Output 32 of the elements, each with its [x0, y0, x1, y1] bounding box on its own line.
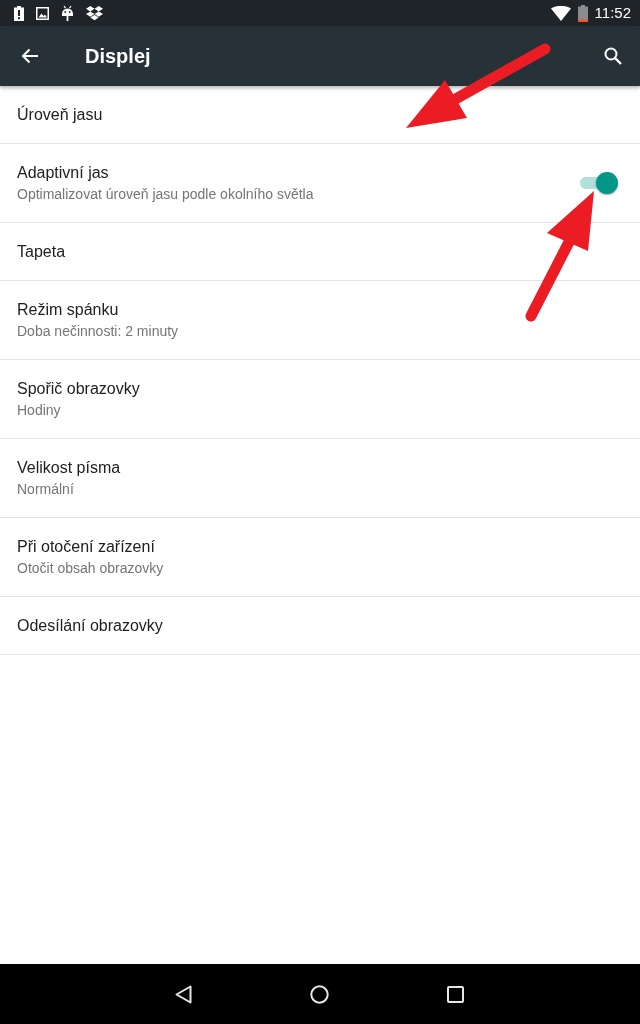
- battery-icon: [577, 4, 588, 22]
- triangle-icon[interactable]: [174, 984, 192, 1004]
- battery-alert-icon: [14, 5, 24, 21]
- toggle-switch[interactable]: [578, 172, 618, 194]
- circle-icon[interactable]: [309, 984, 329, 1004]
- setting-title: Režim spánku: [17, 299, 120, 320]
- wifi-icon: [550, 5, 571, 21]
- robot-icon: [61, 5, 74, 21]
- setting-title: Adaptivní jas: [17, 162, 110, 183]
- settings-item[interactable]: Spořič obrazovky Hodiny: [0, 360, 640, 439]
- square-icon[interactable]: [446, 985, 464, 1003]
- setting-summary: Optimalizovat úroveň jasu podle okolního světla: [17, 184, 315, 204]
- image-icon: [36, 6, 49, 20]
- setting-title: Úroveň jasu: [17, 104, 104, 125]
- screen-title: Displej: [85, 44, 152, 68]
- search-icon[interactable]: [604, 47, 622, 65]
- diamonds-icon: [86, 5, 103, 21]
- setting-title: Spořič obrazovky: [17, 378, 141, 399]
- setting-summary: Doba nečinnosti: 2 minuty: [17, 321, 180, 341]
- setting-title: Při otočení zařízení: [17, 536, 156, 557]
- setting-summary: Hodiny: [17, 400, 62, 420]
- status-time: 11:52: [594, 4, 631, 22]
- left-arrow-icon[interactable]: [21, 48, 39, 64]
- settings-item[interactable]: Režim spánku Doba nečinnosti: 2 minuty: [0, 281, 640, 360]
- setting-title: Tapeta: [17, 241, 67, 262]
- setting-title: Odesílání obrazovky: [17, 615, 164, 636]
- setting-summary: Normální: [17, 479, 75, 499]
- settings-item[interactable]: Odesílání obrazovky: [0, 597, 640, 655]
- setting-summary: Otočit obsah obrazovky: [17, 558, 165, 578]
- settings-item[interactable]: Při otočení zařízení Otočit obsah obrazovky: [0, 518, 640, 597]
- settings-item[interactable]: Velikost písma Normální: [0, 439, 640, 518]
- setting-title: Velikost písma: [17, 457, 122, 478]
